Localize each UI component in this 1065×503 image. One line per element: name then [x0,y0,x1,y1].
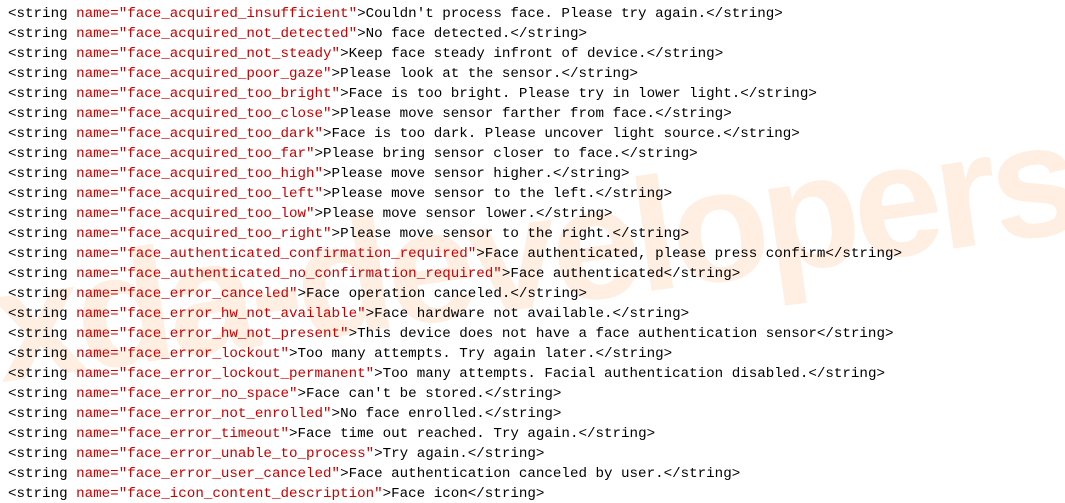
xml-string-value: Face hardware not available. [374,306,612,322]
xml-attr-name: name="face_acquired_not_detected" [76,26,357,42]
xml-string-line: <string name="face_error_hw_not_availabl… [8,304,1057,324]
xml-attr-name: name="face_acquired_too_low" [76,206,314,222]
xml-string-value: This device does not have a face authent… [357,326,817,342]
xml-string-line: <string name="face_error_unable_to_proce… [8,444,1057,464]
xml-code-block: <string name="face_acquired_insufficient… [0,0,1065,503]
xml-string-value: Face authentication canceled by user. [349,466,664,482]
xml-string-line: <string name="face_error_lockout">Too ma… [8,344,1057,364]
xml-string-value: Too many attempts. Try again later. [298,346,596,362]
xml-attr-name: name="face_acquired_too_right" [76,226,331,242]
xml-string-line: <string name="face_icon_content_descript… [8,484,1057,503]
xml-string-value: Face icon [391,486,468,502]
xml-string-line: <string name="face_acquired_too_left">Pl… [8,184,1057,204]
xml-string-line: <string name="face_acquired_too_far">Ple… [8,144,1057,164]
xml-string-value: Please bring sensor closer to face. [323,146,621,162]
xml-attr-name: name="face_acquired_poor_gaze" [76,66,331,82]
xml-string-line: <string name="face_error_lockout_permane… [8,364,1057,384]
xml-string-line: <string name="face_authenticated_no_conf… [8,264,1057,284]
xml-string-line: <string name="face_error_user_canceled">… [8,464,1057,484]
xml-attr-name: name="face_acquired_too_left" [76,186,323,202]
xml-string-line: <string name="face_acquired_poor_gaze">P… [8,64,1057,84]
xml-string-value: No face enrolled. [340,406,485,422]
xml-attr-name: name="face_error_timeout" [76,426,289,442]
xml-attr-name: name="face_acquired_not_steady" [76,46,340,62]
xml-string-line: <string name="face_error_not_enrolled">N… [8,404,1057,424]
xml-string-value: Face is too bright. Please try in lower … [349,86,741,102]
xml-string-value: Please move sensor lower. [323,206,536,222]
xml-string-line: <string name="face_acquired_insufficient… [8,4,1057,24]
xml-attr-name: name="face_error_hw_not_available" [76,306,365,322]
xml-string-value: Please move sensor farther from face. [340,106,655,122]
xml-string-value: Please move sensor higher. [332,166,553,182]
xml-string-value: Face can't be stored. [306,386,485,402]
xml-attr-name: name="face_error_canceled" [76,286,297,302]
xml-attr-name: name="face_acquired_too_far" [76,146,314,162]
xml-attr-name: name="face_error_lockout_permanent" [76,366,374,382]
xml-string-line: <string name="face_error_timeout">Face t… [8,424,1057,444]
xml-attr-name: name="face_acquired_too_dark" [76,126,323,142]
xml-string-value: Please move sensor to the right. [340,226,612,242]
xml-string-line: <string name="face_acquired_too_close">P… [8,104,1057,124]
xml-attr-name: name="face_acquired_too_bright" [76,86,340,102]
xml-string-value: Face operation canceled. [306,286,510,302]
xml-string-line: <string name="face_acquired_too_low">Ple… [8,204,1057,224]
xml-string-line: <string name="face_acquired_too_bright">… [8,84,1057,104]
xml-string-line: <string name="face_error_canceled">Face … [8,284,1057,304]
xml-string-value: Couldn't process face. Please try again. [366,6,707,22]
xml-attr-name: name="face_acquired_too_close" [76,106,331,122]
xml-attr-name: name="face_icon_content_description" [76,486,383,502]
xml-attr-name: name="face_acquired_too_high" [76,166,323,182]
xml-string-line: <string name="face_acquired_too_high">Pl… [8,164,1057,184]
xml-string-value: Please move sensor to the left. [332,186,596,202]
xml-string-line: <string name="face_acquired_not_detected… [8,24,1057,44]
xml-string-value: Please look at the sensor. [340,66,561,82]
xml-string-line: <string name="face_acquired_too_dark">Fa… [8,124,1057,144]
xml-attr-name: name="face_authenticated_confirmation_re… [76,246,476,262]
xml-attr-name: name="face_error_hw_not_present" [76,326,348,342]
xml-string-line: <string name="face_error_hw_not_present"… [8,324,1057,344]
xml-attr-name: name="face_error_no_space" [76,386,297,402]
xml-attr-name: name="face_error_unable_to_process" [76,446,374,462]
xml-string-line: <string name="face_authenticated_confirm… [8,244,1057,264]
xml-string-value: Face time out reached. Try again. [298,426,579,442]
xml-attr-name: name="face_error_user_canceled" [76,466,340,482]
xml-string-value: Keep face steady infront of device. [349,46,647,62]
xml-string-value: No face detected. [366,26,511,42]
xml-string-value: Face authenticated, please press confirm [485,246,826,262]
xml-attr-name: name="face_acquired_insufficient" [76,6,357,22]
xml-attr-name: name="face_error_lockout" [76,346,289,362]
xml-attr-name: name="face_authenticated_no_confirmation… [76,266,502,282]
xml-string-value: Try again. [383,446,468,462]
xml-string-value: Too many attempts. Facial authentication… [383,366,809,382]
xml-string-line: <string name="face_error_no_space">Face … [8,384,1057,404]
xml-string-value: Face authenticated [510,266,663,282]
xml-string-line: <string name="face_acquired_too_right">P… [8,224,1057,244]
xml-attr-name: name="face_error_not_enrolled" [76,406,331,422]
xml-string-value: Face is too dark. Please uncover light s… [332,126,724,142]
xml-string-line: <string name="face_acquired_not_steady">… [8,44,1057,64]
